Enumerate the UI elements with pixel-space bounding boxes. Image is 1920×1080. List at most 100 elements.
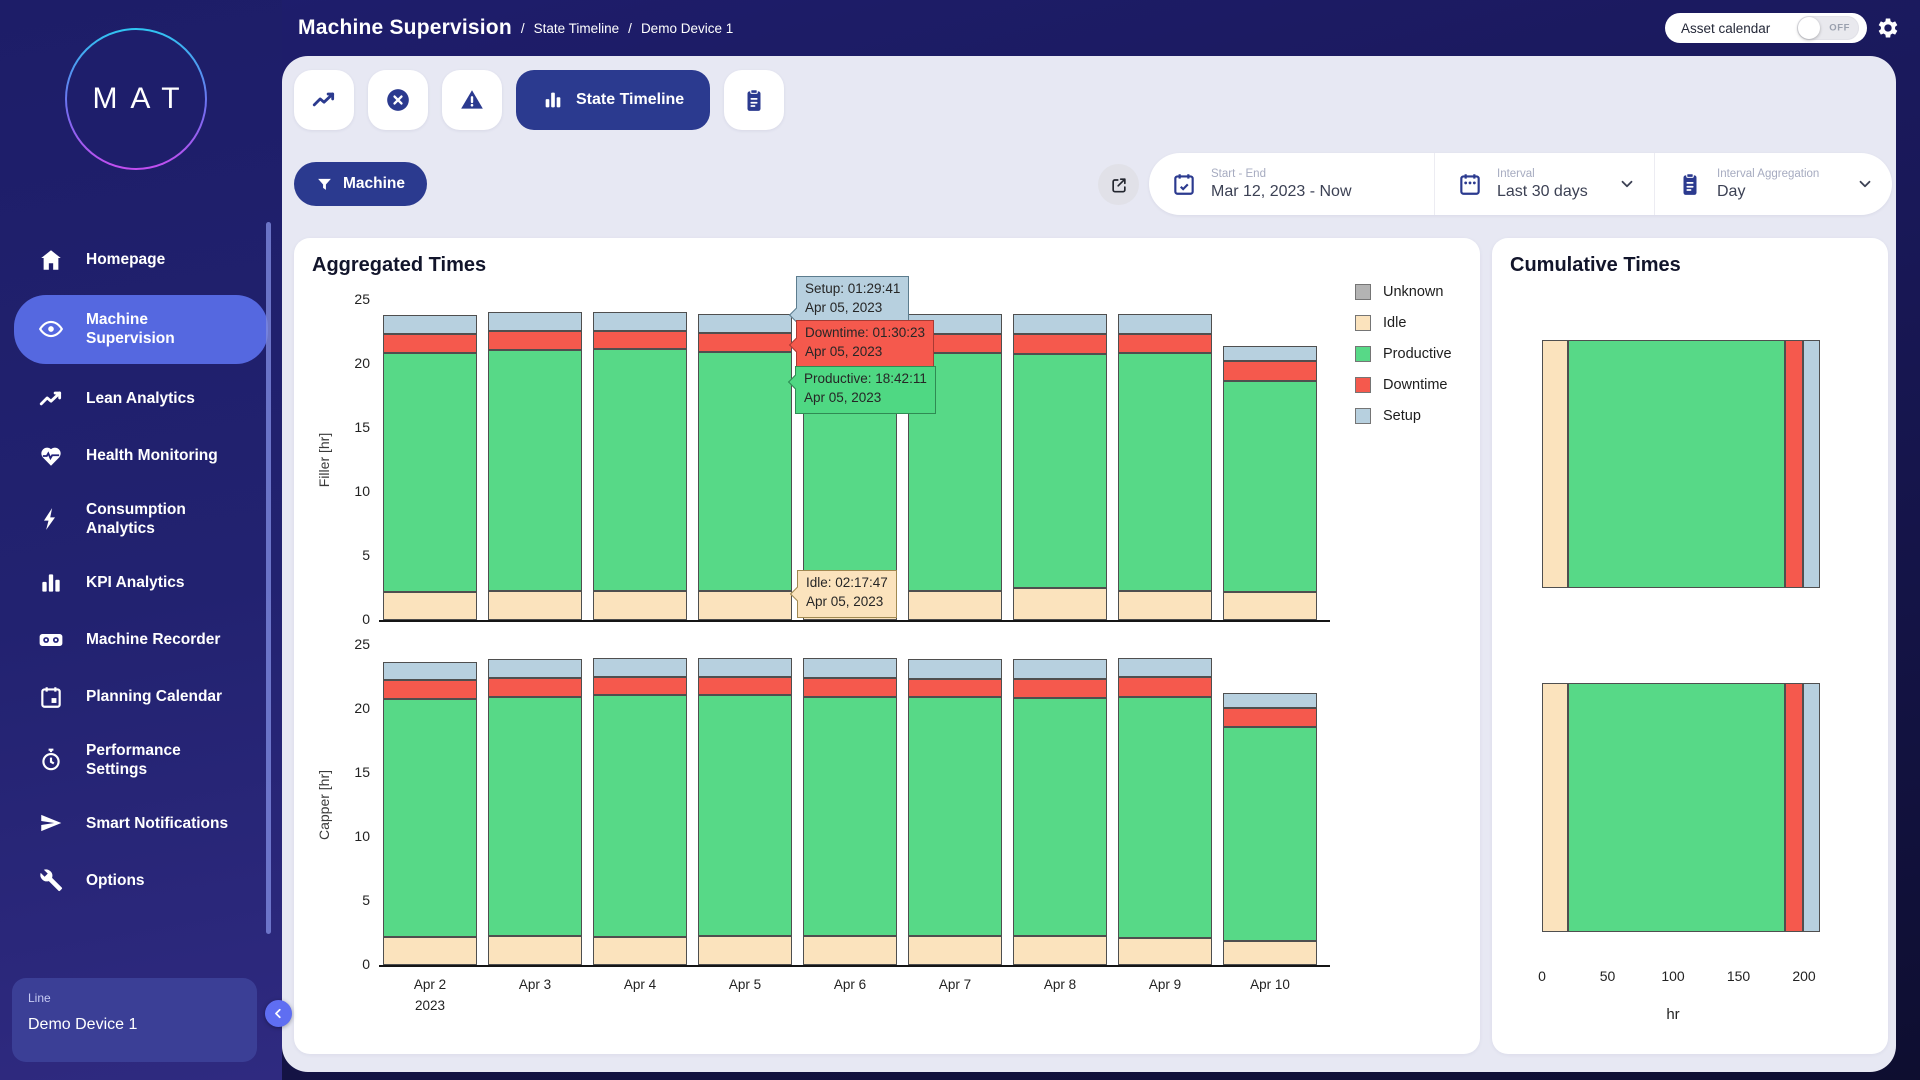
- sidebar-collapse-button[interactable]: [265, 1000, 292, 1027]
- bar-segment-setup[interactable]: [1223, 346, 1317, 361]
- sidebar-item-planning-calendar[interactable]: Planning Calendar: [14, 675, 268, 719]
- stacked-bar-filler-apr-5[interactable]: [698, 313, 792, 620]
- cumulative-segment-productive[interactable]: [1568, 340, 1785, 588]
- cumulative-segment-setup[interactable]: [1803, 683, 1820, 932]
- breadcrumb-item-state-timeline[interactable]: State Timeline: [534, 21, 620, 36]
- bar-segment-idle[interactable]: [908, 936, 1002, 965]
- bar-segment-productive[interactable]: [1223, 727, 1317, 941]
- bar-segment-downtime[interactable]: [1013, 679, 1107, 698]
- stacked-bar-filler-apr-9[interactable]: [1118, 313, 1212, 620]
- bar-segment-productive[interactable]: [1118, 353, 1212, 591]
- bar-segment-setup[interactable]: [698, 314, 792, 333]
- bar-segment-setup[interactable]: [698, 658, 792, 677]
- cumulative-bar-filler[interactable]: [1542, 340, 1820, 588]
- bar-segment-idle[interactable]: [908, 591, 1002, 620]
- bar-segment-idle[interactable]: [1118, 591, 1212, 620]
- sidebar-item-options[interactable]: Options: [14, 858, 268, 902]
- export-button[interactable]: [1098, 164, 1139, 205]
- bar-segment-setup[interactable]: [488, 659, 582, 678]
- stacked-bar-filler-apr-10[interactable]: [1223, 345, 1317, 620]
- bar-segment-idle[interactable]: [383, 937, 477, 965]
- bar-segment-downtime[interactable]: [593, 331, 687, 349]
- stacked-bar-filler-apr-4[interactable]: [593, 312, 687, 620]
- bar-segment-productive[interactable]: [593, 349, 687, 591]
- bar-segment-idle[interactable]: [1013, 936, 1107, 965]
- tab-activity-button[interactable]: [294, 70, 354, 130]
- cumulative-segment-downtime[interactable]: [1785, 340, 1803, 588]
- bar-segment-idle[interactable]: [593, 591, 687, 620]
- device-card[interactable]: Line Demo Device 1: [12, 978, 257, 1062]
- bar-segment-downtime[interactable]: [698, 333, 792, 352]
- bar-segment-productive[interactable]: [698, 352, 792, 591]
- tab-x-circle-button[interactable]: [368, 70, 428, 130]
- cumulative-segment-setup[interactable]: [1803, 340, 1820, 588]
- sidebar-item-machine-supervision[interactable]: Machine Supervision: [14, 295, 268, 364]
- sidebar-item-performance-settings[interactable]: Performance Settings: [14, 732, 268, 789]
- stacked-bar-filler-apr-8[interactable]: [1013, 313, 1107, 620]
- bar-segment-idle[interactable]: [488, 591, 582, 620]
- tab-clipboard-button[interactable]: [724, 70, 784, 130]
- legend-item-unknown[interactable]: Unknown: [1355, 284, 1452, 300]
- bar-segment-downtime[interactable]: [383, 680, 477, 699]
- machine-filter-button[interactable]: Machine: [294, 162, 427, 206]
- cumulative-segment-productive[interactable]: [1568, 683, 1785, 932]
- bar-segment-productive[interactable]: [1223, 381, 1317, 592]
- bar-segment-idle[interactable]: [593, 937, 687, 965]
- sidebar-item-health-monitoring[interactable]: Health Monitoring: [14, 434, 268, 478]
- bar-segment-productive[interactable]: [803, 697, 897, 936]
- stacked-bar-capper-apr-10[interactable]: [1223, 692, 1317, 965]
- sidebar-item-machine-recorder[interactable]: Machine Recorder: [14, 618, 268, 662]
- bar-segment-setup[interactable]: [1013, 659, 1107, 679]
- chevron-down-icon[interactable]: [1856, 175, 1874, 193]
- bar-segment-idle[interactable]: [698, 936, 792, 965]
- bar-segment-downtime[interactable]: [1118, 677, 1212, 697]
- sidebar-item-lean-analytics[interactable]: Lean Analytics: [14, 377, 268, 421]
- bar-segment-setup[interactable]: [908, 659, 1002, 679]
- bar-segment-setup[interactable]: [1118, 658, 1212, 677]
- stacked-bar-capper-apr-4[interactable]: [593, 658, 687, 965]
- asset-calendar-switch[interactable]: OFF: [1797, 16, 1859, 40]
- stacked-bar-capper-apr-5[interactable]: [698, 658, 792, 965]
- bar-segment-downtime[interactable]: [908, 679, 1002, 697]
- bar-segment-downtime[interactable]: [1223, 361, 1317, 381]
- stacked-bar-capper-apr-9[interactable]: [1118, 658, 1212, 965]
- bar-segment-idle[interactable]: [1013, 588, 1107, 620]
- sidebar-item-consumption-analytics[interactable]: Consumption Analytics: [14, 491, 268, 548]
- bar-segment-productive[interactable]: [383, 699, 477, 937]
- bar-segment-productive[interactable]: [908, 697, 1002, 936]
- tab-state-timeline[interactable]: State Timeline: [516, 70, 710, 130]
- stacked-bar-capper-apr-8[interactable]: [1013, 658, 1107, 965]
- tab-warning-button[interactable]: [442, 70, 502, 130]
- bar-segment-productive[interactable]: [1118, 697, 1212, 938]
- bar-segment-productive[interactable]: [488, 350, 582, 591]
- bar-segment-idle[interactable]: [383, 592, 477, 620]
- bar-segment-idle[interactable]: [803, 936, 897, 965]
- bar-segment-setup[interactable]: [383, 662, 477, 680]
- sidebar-scrollbar[interactable]: [266, 222, 271, 934]
- stacked-bar-capper-apr-7[interactable]: [908, 658, 1002, 965]
- bar-segment-setup[interactable]: [383, 315, 477, 334]
- bar-segment-idle[interactable]: [698, 591, 792, 620]
- bar-segment-downtime[interactable]: [698, 677, 792, 695]
- cumulative-bar-capper[interactable]: [1542, 683, 1820, 932]
- breadcrumb-item-device[interactable]: Demo Device 1: [641, 21, 733, 36]
- bar-segment-downtime[interactable]: [1013, 334, 1107, 354]
- stacked-bar-capper-apr-6[interactable]: [803, 657, 897, 965]
- bar-segment-downtime[interactable]: [1223, 708, 1317, 727]
- chevron-down-icon[interactable]: [1618, 175, 1636, 193]
- stacked-bar-capper-apr-2[interactable]: [383, 662, 477, 965]
- bar-segment-downtime[interactable]: [803, 678, 897, 697]
- bar-segment-idle[interactable]: [488, 936, 582, 965]
- bar-segment-downtime[interactable]: [488, 678, 582, 697]
- asset-calendar-toggle-pill[interactable]: Asset calendar OFF: [1665, 13, 1867, 43]
- bar-segment-downtime[interactable]: [383, 334, 477, 353]
- bar-segment-productive[interactable]: [488, 697, 582, 936]
- stacked-bar-capper-apr-3[interactable]: [488, 658, 582, 965]
- stacked-bar-filler-apr-3[interactable]: [488, 312, 582, 620]
- bar-segment-productive[interactable]: [383, 353, 477, 592]
- bar-segment-downtime[interactable]: [593, 677, 687, 695]
- bar-segment-setup[interactable]: [1223, 693, 1317, 708]
- start-end-control[interactable]: Start - End Mar 12, 2023 - Now: [1149, 153, 1435, 215]
- bar-segment-idle[interactable]: [1118, 938, 1212, 965]
- interval-control[interactable]: Interval Last 30 days: [1435, 153, 1655, 215]
